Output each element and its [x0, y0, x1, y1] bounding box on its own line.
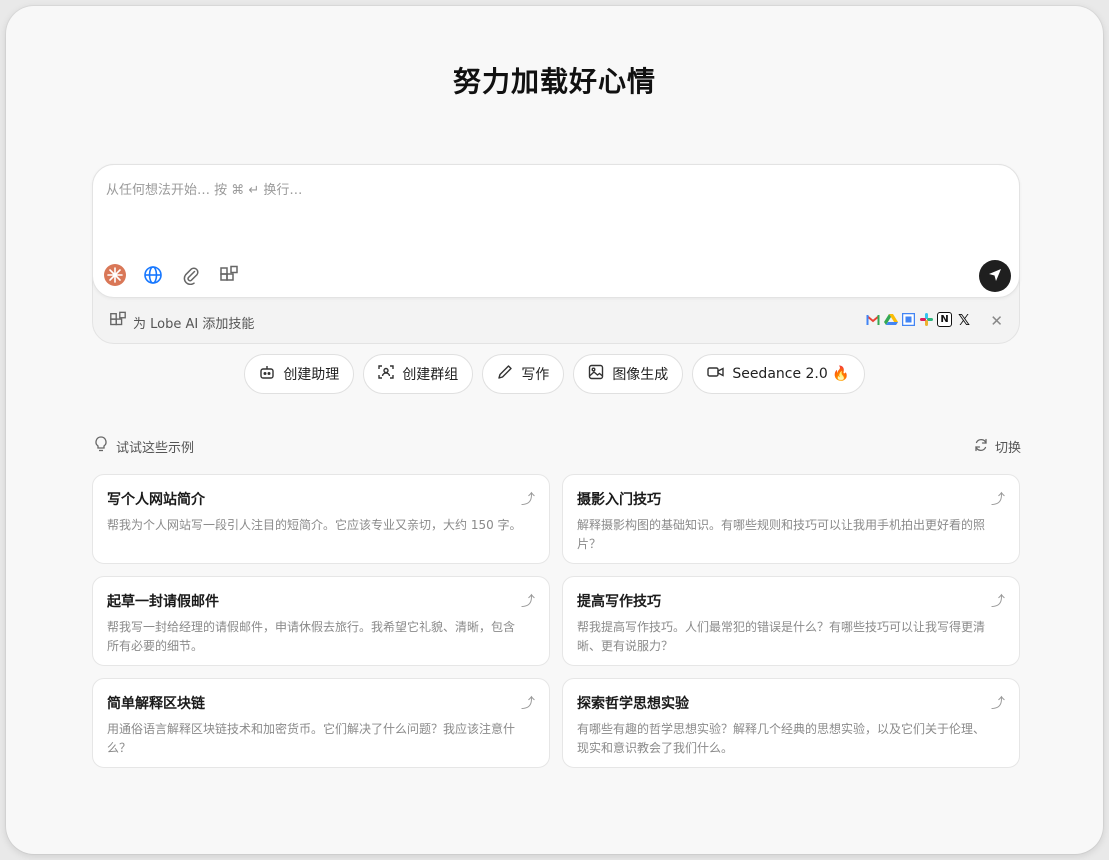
example-card[interactable]: 探索哲学思想实验 有哪些有趣的哲学思想实验？解释几个经典的思想实验，以及它们关于… — [562, 678, 1020, 768]
arrow-icon: ⤴ — [521, 696, 535, 712]
model-icon[interactable] — [103, 263, 126, 286]
google-drive-icon — [883, 312, 898, 327]
robot-icon — [259, 364, 275, 384]
example-card-desc: 用通俗语言解释区块链技术和加密货币。它们解决了什么问题？我应该注意什么？ — [107, 722, 516, 755]
composer-container: 从任何想法开始… 按 ⌘ ↵ 换行… 为 Lobe AI 添加技能 N 𝕏 ✕ — [92, 164, 1020, 344]
example-card[interactable]: 简单解释区块链 用通俗语言解释区块链技术和加密货币。它们解决了什么问题？我应该注… — [92, 678, 550, 768]
example-card-title: 简单解释区块链 — [107, 696, 205, 712]
x-icon: 𝕏 — [957, 310, 971, 329]
send-button[interactable] — [979, 260, 1011, 292]
add-skills-link[interactable]: 为 Lobe AI 添加技能 — [109, 311, 254, 333]
example-card[interactable]: 提高写作技巧 帮我提高写作技巧。人们最常犯的错误是什么？有哪些技巧可以让我写得更… — [562, 576, 1020, 666]
app-window: 努力加载好心情 从任何想法开始… 按 ⌘ ↵ 换行… 为 Lobe AI 添加技… — [6, 6, 1103, 854]
write-label: 写作 — [521, 367, 550, 383]
notion-icon: N — [937, 312, 952, 327]
example-card[interactable]: 摄影入门技巧 解释摄影构图的基础知识。有哪些规则和技巧可以让我用手机拍出更好看的… — [562, 474, 1020, 564]
seedance-label: Seedance 2.0 🔥 — [732, 366, 850, 382]
example-card-title: 起草一封请假邮件 — [107, 594, 219, 610]
example-card-title: 摄影入门技巧 — [577, 492, 661, 508]
examples-heading-label: 试试这些示例 — [116, 440, 195, 456]
create-assistant-label: 创建助理 — [283, 367, 340, 383]
arrow-icon: ⤴ — [991, 696, 1005, 712]
example-card-title: 写个人网站简介 — [107, 492, 205, 508]
create-group-button[interactable]: 创建群组 — [363, 354, 474, 394]
integration-icons: N 𝕏 — [865, 310, 973, 329]
slack-icon — [919, 312, 934, 327]
example-card-title: 提高写作技巧 — [577, 594, 661, 610]
gmail-icon — [865, 312, 880, 327]
example-card[interactable]: 起草一封请假邮件 帮我写一封给经理的请假邮件，申请休假去旅行。我希望它礼貌、清晰… — [92, 576, 550, 666]
pen-icon — [497, 364, 513, 384]
quick-actions: 创建助理 创建群组 写作 图像生成 Seedance 2.0 🔥 — [6, 354, 1103, 394]
examples-heading: 试试这些示例 — [94, 436, 194, 456]
video-icon — [707, 364, 725, 384]
composer-toolbar — [103, 263, 240, 286]
image-generation-button[interactable]: 图像生成 — [573, 354, 684, 394]
create-group-label: 创建群组 — [402, 367, 459, 383]
create-assistant-button[interactable]: 创建助理 — [244, 354, 355, 394]
close-icon[interactable]: ✕ — [990, 312, 1003, 330]
paperclip-icon[interactable] — [179, 263, 202, 286]
chat-input-placeholder: 从任何想法开始… 按 ⌘ ↵ 换行… — [106, 183, 303, 198]
lightbulb-icon — [94, 436, 108, 456]
refresh-icon — [974, 438, 988, 456]
write-button[interactable]: 写作 — [482, 354, 565, 394]
globe-icon[interactable] — [141, 263, 164, 286]
group-scan-icon — [378, 364, 395, 384]
image-generation-label: 图像生成 — [612, 367, 669, 383]
switch-examples-button[interactable]: 切换 — [974, 437, 1021, 456]
skills-icon — [109, 311, 127, 333]
page-title: 努力加载好心情 — [452, 65, 656, 98]
image-icon — [588, 364, 604, 384]
arrow-icon: ⤴ — [521, 594, 535, 610]
example-card-desc: 有哪些有趣的哲学思想实验？解释几个经典的思想实验，以及它们关于伦理、现实和意识教… — [577, 722, 986, 755]
google-calendar-icon — [901, 312, 916, 327]
example-card-title: 探索哲学思想实验 — [577, 696, 689, 712]
example-card-desc: 帮我写一封给经理的请假邮件，申请休假去旅行。我希望它礼貌、清晰，包含所有必要的细… — [107, 620, 516, 653]
arrow-icon: ⤴ — [991, 492, 1005, 508]
switch-label: 切换 — [994, 441, 1021, 456]
seedance-button[interactable]: Seedance 2.0 🔥 — [692, 354, 865, 394]
example-card[interactable]: 写个人网站简介 帮我为个人网站写一段引人注目的短简介。它应该专业又亲切，大约 1… — [92, 474, 550, 564]
add-skills-label: 为 Lobe AI 添加技能 — [133, 316, 255, 332]
example-cards: 写个人网站简介 帮我为个人网站写一段引人注目的短简介。它应该专业又亲切，大约 1… — [92, 474, 1020, 768]
skills-icon[interactable] — [217, 263, 240, 286]
arrow-icon: ⤴ — [991, 594, 1005, 610]
example-card-desc: 解释摄影构图的基础知识。有哪些规则和技巧可以让我用手机拍出更好看的照片？ — [577, 518, 986, 551]
chat-input[interactable]: 从任何想法开始… 按 ⌘ ↵ 换行… — [92, 164, 1020, 298]
example-card-desc: 帮我为个人网站写一段引人注目的短简介。它应该专业又亲切，大约 150 字。 — [107, 518, 522, 532]
arrow-icon: ⤴ — [521, 492, 535, 508]
send-icon — [988, 267, 1002, 286]
example-card-desc: 帮我提高写作技巧。人们最常犯的错误是什么？有哪些技巧可以让我写得更清晰、更有说服… — [577, 620, 986, 653]
